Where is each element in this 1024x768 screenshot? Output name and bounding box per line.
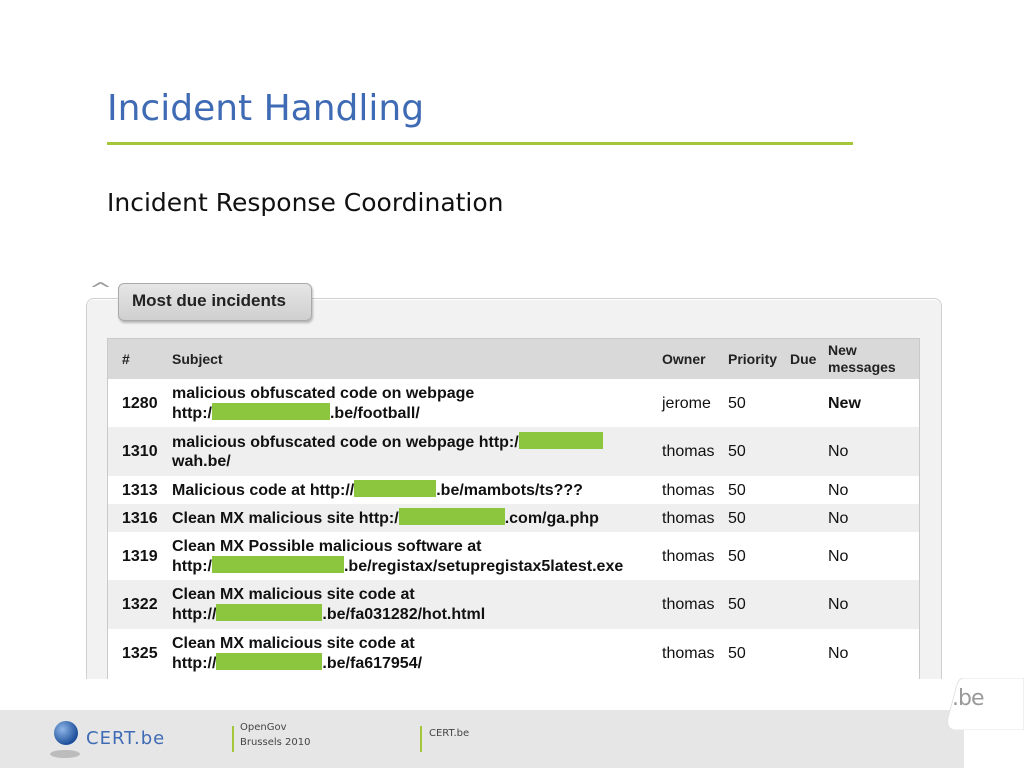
- chevron-up-icon[interactable]: ^: [88, 279, 112, 300]
- footer-event-name: OpenGov: [240, 722, 287, 733]
- incident-subject[interactable]: Clean MX malicious site code at http://.…: [166, 629, 656, 678]
- subject-text: http://: [172, 606, 217, 623]
- table-row[interactable]: 1310 malicious obfuscated code on webpag…: [108, 427, 919, 476]
- footer-event: OpenGov Brussels 2010: [240, 720, 311, 750]
- incident-subject[interactable]: Clean MX malicious site http:/ .com/ga.ph…: [166, 504, 656, 532]
- redaction-mark: [398, 508, 505, 525]
- incident-subject[interactable]: malicious obfuscated code on webpage htt…: [166, 379, 656, 427]
- subject-text: http://: [172, 655, 217, 672]
- globe-icon: [54, 721, 78, 745]
- column-header-new-messages[interactable]: New messages: [822, 339, 919, 379]
- subject-text: .be/mambots/ts???: [436, 482, 583, 499]
- column-header-subject[interactable]: Subject: [166, 339, 656, 379]
- incident-new-messages: No: [822, 476, 919, 504]
- subject-text: Clean MX malicious site http:/: [172, 510, 399, 527]
- table-header-row: # Subject Owner Priority Due New message…: [108, 339, 919, 379]
- incident-due: [784, 427, 822, 476]
- incident-new-messages: No: [822, 580, 919, 629]
- incident-owner: thomas: [656, 580, 722, 629]
- incidents-table: # Subject Owner Priority Due New message…: [107, 338, 920, 679]
- redaction-mark: [211, 402, 330, 420]
- subject-text: .com/ga.php: [504, 510, 599, 527]
- incident-owner: jerome: [656, 379, 722, 427]
- table-row[interactable]: 1280 malicious obfuscated code on webpag…: [108, 379, 919, 427]
- subject-text: .be/fa031282/hot.html: [322, 606, 486, 623]
- redaction-mark: [216, 653, 323, 670]
- incident-new-messages: No: [822, 629, 919, 678]
- subject-text: Clean MX malicious site code at: [172, 586, 415, 603]
- incident-subject[interactable]: Clean MX malicious site code at http://.…: [166, 580, 656, 629]
- subject-text: Clean MX Possible malicious software at: [172, 537, 482, 555]
- footer-org: CERT.be: [429, 728, 470, 739]
- incident-priority: 50: [722, 532, 784, 580]
- incident-due: [784, 476, 822, 504]
- subject-text: Clean MX malicious site code at: [172, 635, 415, 652]
- incident-id[interactable]: 1325: [108, 629, 166, 678]
- table-row[interactable]: 1313 Malicious code at http:// .be/mambot…: [108, 476, 919, 504]
- incident-owner: thomas: [656, 504, 722, 532]
- incident-priority: 50: [722, 629, 784, 678]
- title-divider: [107, 142, 853, 145]
- subject-text: http:/: [172, 557, 212, 575]
- redaction-mark: [518, 432, 603, 449]
- incident-new-messages: No: [822, 427, 919, 476]
- redaction-mark: [216, 604, 323, 621]
- incident-subject[interactable]: Clean MX Possible malicious software at …: [166, 532, 656, 580]
- incident-id[interactable]: 1322: [108, 580, 166, 629]
- incident-subject[interactable]: Malicious code at http:// .be/mambots/ts?…: [166, 476, 656, 504]
- redaction-mark: [211, 555, 344, 573]
- incident-priority: 50: [722, 504, 784, 532]
- incident-priority: 50: [722, 379, 784, 427]
- subject-text: Malicious code at http://: [172, 482, 355, 499]
- redaction-mark: [354, 480, 437, 497]
- incident-new-messages: New: [822, 379, 919, 427]
- footer-event-place: Brussels 2010: [240, 737, 311, 748]
- incident-new-messages: No: [822, 532, 919, 580]
- subject-text: http:/: [172, 404, 212, 422]
- table-row[interactable]: 1316 Clean MX malicious site http:/ .com/…: [108, 504, 919, 532]
- column-header-owner[interactable]: Owner: [656, 339, 722, 379]
- incident-due: [784, 629, 822, 678]
- slide-title: Incident Handling: [107, 88, 425, 129]
- subject-text: .be/football/: [329, 404, 420, 422]
- slide-subtitle: Incident Response Coordination: [107, 188, 504, 217]
- column-header-priority[interactable]: Priority: [722, 339, 784, 379]
- be-badge-text: .be: [952, 686, 984, 711]
- footer-divider: [420, 726, 422, 752]
- subject-text: .be/fa617954/: [322, 655, 423, 672]
- logo-shadow: [50, 750, 80, 758]
- incident-due: [784, 580, 822, 629]
- incident-id[interactable]: 1280: [108, 379, 166, 427]
- table-row[interactable]: 1325 Clean MX malicious site code at htt…: [108, 629, 919, 678]
- incident-owner: thomas: [656, 629, 722, 678]
- table-row[interactable]: 1319 Clean MX Possible malicious softwar…: [108, 532, 919, 580]
- incident-owner: thomas: [656, 427, 722, 476]
- incident-priority: 50: [722, 476, 784, 504]
- incident-priority: 50: [722, 427, 784, 476]
- incident-id[interactable]: 1319: [108, 532, 166, 580]
- column-header-due[interactable]: Due: [784, 339, 822, 379]
- most-due-incidents-tab[interactable]: Most due incidents: [118, 283, 312, 321]
- incident-due: [784, 504, 822, 532]
- subject-text: .be/registax/setupregistax5latest.exe: [343, 557, 624, 575]
- table-row[interactable]: 1322 Clean MX malicious site code at htt…: [108, 580, 919, 629]
- incident-id[interactable]: 1316: [108, 504, 166, 532]
- footer-logo: CERT.be: [86, 728, 166, 749]
- incident-priority: 50: [722, 580, 784, 629]
- incident-subject[interactable]: malicious obfuscated code on webpage htt…: [166, 427, 656, 476]
- incident-owner: thomas: [656, 476, 722, 504]
- subject-text: malicious obfuscated code on webpage htt…: [172, 434, 519, 451]
- incident-new-messages: No: [822, 504, 919, 532]
- incident-due: [784, 379, 822, 427]
- column-header-number[interactable]: #: [108, 339, 166, 379]
- incident-id[interactable]: 1313: [108, 476, 166, 504]
- incident-due: [784, 532, 822, 580]
- footer-divider: [232, 726, 234, 752]
- subject-text: malicious obfuscated code on webpage: [172, 384, 475, 402]
- subject-text: wah.be/: [172, 453, 231, 470]
- incident-id[interactable]: 1310: [108, 427, 166, 476]
- incident-owner: thomas: [656, 532, 722, 580]
